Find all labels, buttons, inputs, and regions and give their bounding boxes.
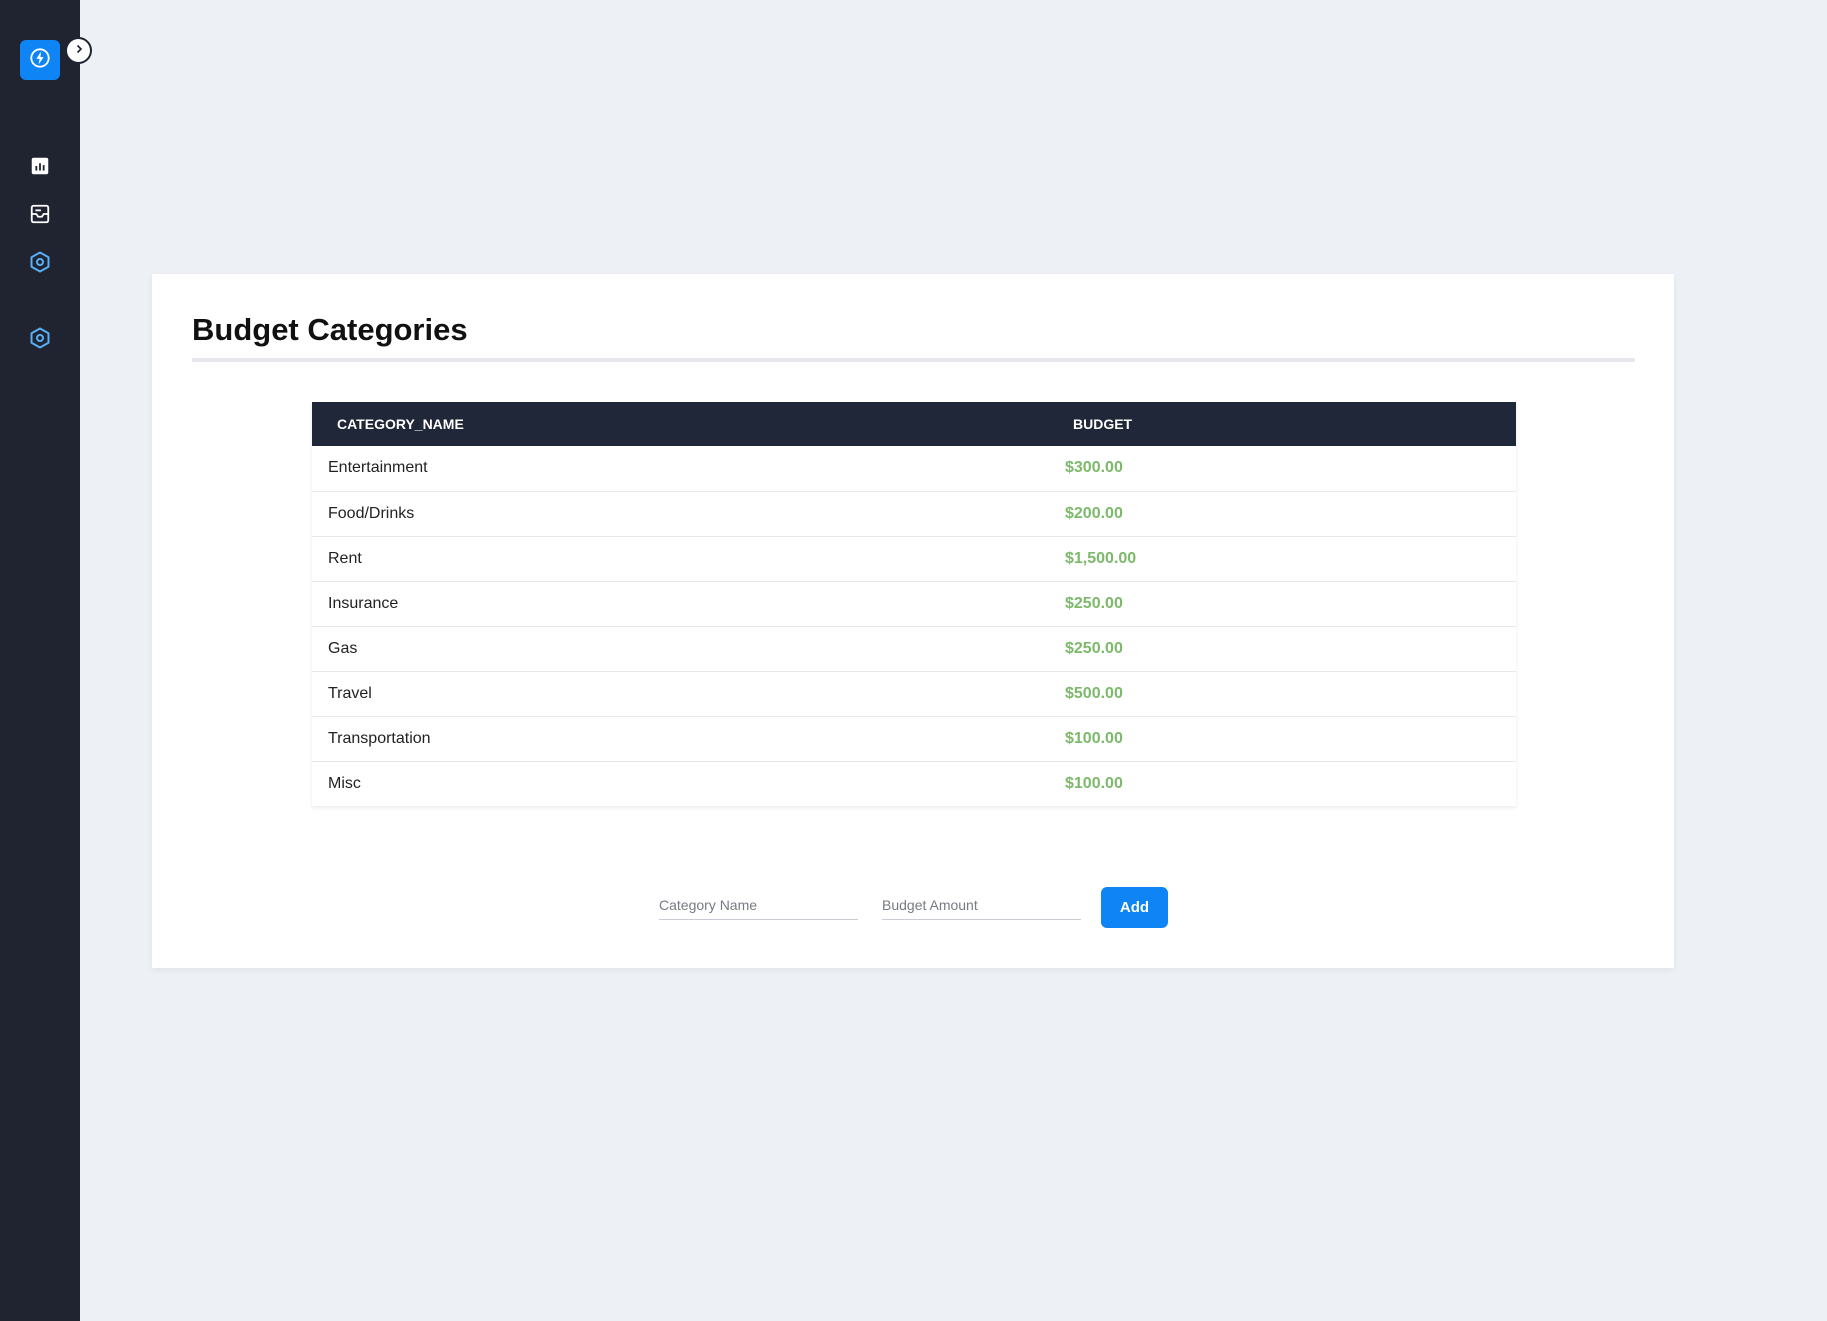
- sidebar: [0, 0, 80, 1321]
- budget-amount-cell: $300.00: [1065, 446, 1516, 491]
- nav-item-transactions[interactable]: [27, 203, 53, 229]
- table-row: Misc $100.00: [312, 761, 1516, 806]
- title-divider: [192, 358, 1635, 362]
- budget-amount-cell: $100.00: [1065, 716, 1516, 761]
- add-button[interactable]: Add: [1101, 887, 1168, 928]
- budget-amount-value: $1,500.00: [1065, 549, 1137, 567]
- budget-amount-value: $100.00: [1065, 774, 1123, 792]
- bar-chart-icon: [29, 155, 51, 182]
- category-name-cell: Gas: [328, 639, 358, 657]
- budget-amount-cell: $250.00: [1065, 581, 1516, 626]
- budget-amount-cell: $500.00: [1065, 671, 1516, 716]
- category-name-cell: Insurance: [328, 594, 399, 612]
- budget-amount-cell: $200.00: [1065, 491, 1516, 536]
- budget-amount-value: $200.00: [1065, 504, 1123, 522]
- budget-amount-value: $300.00: [1065, 459, 1123, 477]
- budget-amount-value: $100.00: [1065, 729, 1123, 747]
- budget-amount-cell: $100.00: [1065, 761, 1516, 806]
- category-name-cell: Transportation: [328, 729, 431, 747]
- budget-amount-cell: $1,500.00: [1065, 536, 1516, 581]
- column-header-budget[interactable]: BUDGET: [1073, 402, 1516, 446]
- table-row: Travel $500.00: [312, 671, 1516, 716]
- budget-card: Budget Categories CATEGORY_NAME BUDGET E…: [152, 274, 1674, 968]
- budget-amount-value: $500.00: [1065, 684, 1123, 702]
- sidebar-toggle-button[interactable]: [65, 37, 92, 64]
- budget-amount-input[interactable]: [882, 890, 1081, 920]
- budget-amount-cell: $250.00: [1065, 626, 1516, 671]
- table-row: Rent $1,500.00: [312, 536, 1516, 581]
- table-row: Insurance $250.00: [312, 581, 1516, 626]
- category-name-cell: Travel: [328, 684, 372, 702]
- category-name-cell: Entertainment: [328, 459, 428, 477]
- lightning-bolt-icon: [29, 47, 51, 74]
- settings-hexagon-icon: [28, 250, 52, 279]
- category-name-cell: Rent: [328, 549, 362, 567]
- category-name-cell: Food/Drinks: [328, 504, 415, 522]
- page-title: Budget Categories: [192, 312, 468, 347]
- chevron-right-icon: [73, 42, 85, 60]
- budget-table: CATEGORY_NAME BUDGET Entertainment $300.0…: [312, 402, 1516, 806]
- table-row: Entertainment $300.00: [312, 446, 1516, 491]
- nav-item-dashboard[interactable]: [27, 155, 53, 181]
- logo-button[interactable]: [20, 40, 60, 80]
- nav-item-preferences[interactable]: [27, 327, 53, 353]
- nav-item-settings[interactable]: [27, 251, 53, 277]
- inbox-icon: [29, 203, 51, 230]
- table-header-row: CATEGORY_NAME BUDGET: [312, 402, 1516, 446]
- table-row: Transportation $100.00: [312, 716, 1516, 761]
- budget-amount-value: $250.00: [1065, 639, 1123, 657]
- budget-amount-value: $250.00: [1065, 594, 1123, 612]
- category-name-input[interactable]: [659, 890, 858, 920]
- table-row: Gas $250.00: [312, 626, 1516, 671]
- category-name-cell: Misc: [328, 774, 361, 792]
- table-row: Food/Drinks $200.00: [312, 491, 1516, 536]
- settings-hexagon-icon: [28, 326, 52, 355]
- table-body: Entertainment $300.00 Food/Drinks $200.00 Re…: [312, 446, 1516, 806]
- column-header-category[interactable]: CATEGORY_NAME: [312, 402, 1073, 446]
